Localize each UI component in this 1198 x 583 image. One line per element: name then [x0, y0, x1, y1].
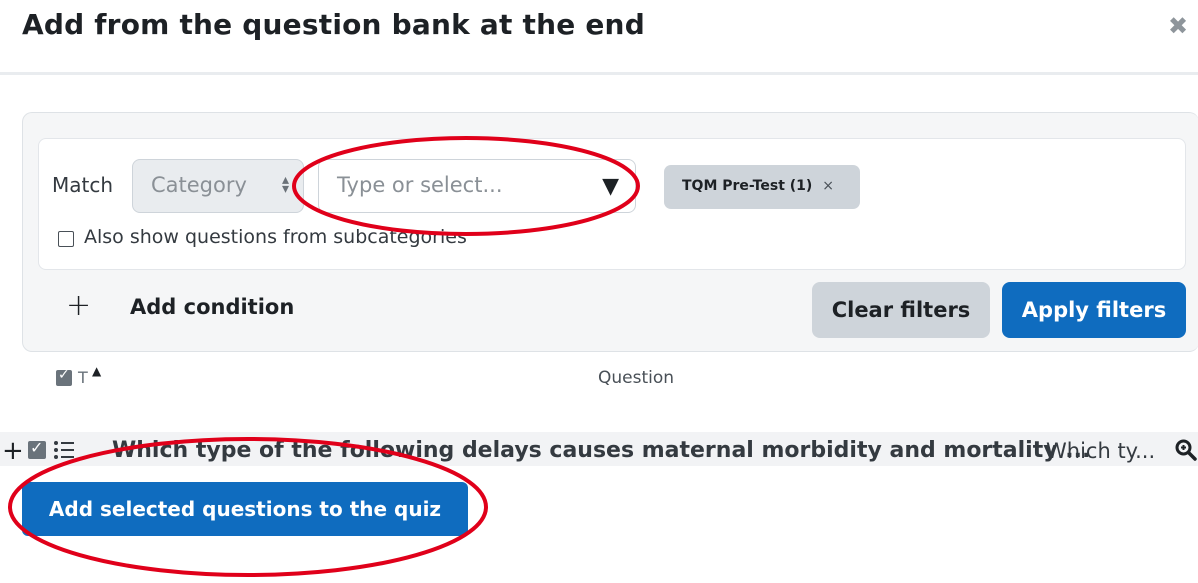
row-select-checkbox[interactable]	[28, 438, 46, 459]
modal-title: Add from the question bank at the end	[22, 8, 645, 41]
condition-value-placeholder: Type or select...	[337, 173, 503, 197]
condition-field-select[interactable]: Category ▴ ▾	[132, 159, 304, 213]
add-condition-button[interactable]: Add condition	[130, 295, 294, 319]
header-divider	[0, 72, 1198, 75]
clear-filters-button[interactable]: Clear filters	[812, 282, 990, 338]
multichoice-icon	[54, 441, 74, 459]
match-label: Match	[52, 173, 114, 197]
question-name: Which type of the following delays cause…	[112, 438, 1091, 463]
question-column-header[interactable]: Question	[598, 368, 674, 388]
apply-filters-button[interactable]: Apply filters	[1002, 282, 1186, 338]
close-icon[interactable]: ✖	[1168, 12, 1188, 40]
selected-category-tag[interactable]: TQM Pre-Test (1) ×	[664, 165, 860, 209]
question-text: Which ty...	[1046, 439, 1156, 463]
magnifier-icon[interactable]	[1174, 438, 1198, 462]
select-arrows-icon: ▴ ▾	[281, 172, 289, 197]
add-selected-questions-button[interactable]: Add selected questions to the quiz	[22, 482, 468, 536]
type-column-header[interactable]: T	[78, 368, 88, 387]
subcategories-label[interactable]: Also show questions from subcategories	[84, 226, 467, 248]
condition-value-autocomplete[interactable]: Type or select... ▼	[318, 159, 636, 213]
add-to-quiz-icon[interactable]: +	[2, 436, 24, 466]
tag-remove-icon[interactable]: ×	[822, 178, 834, 194]
subcategories-checkbox[interactable]	[58, 231, 74, 247]
condition-field-value: Category	[151, 173, 247, 197]
tag-label: TQM Pre-Test (1)	[682, 178, 813, 194]
caret-down-icon[interactable]: ▼	[602, 174, 619, 199]
plus-icon[interactable]: +	[66, 288, 91, 323]
select-all-checkbox[interactable]	[56, 367, 72, 386]
sort-asc-icon[interactable]: ▲	[92, 364, 101, 378]
